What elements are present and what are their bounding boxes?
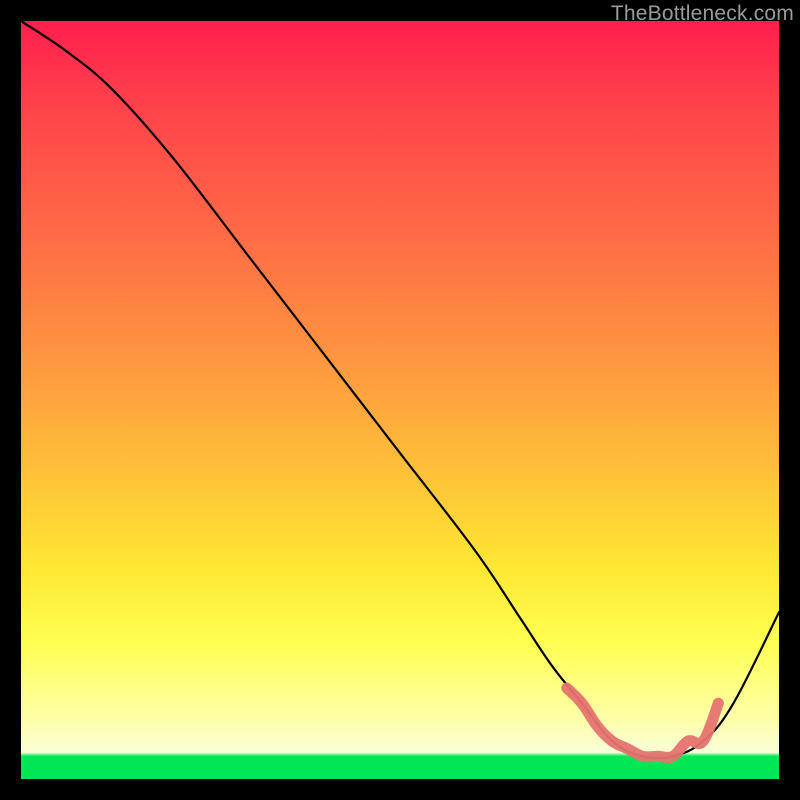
- optimal-band-path: [567, 688, 719, 758]
- bottleneck-curve-path: [21, 21, 779, 758]
- chart-stage: TheBottleneck.com: [0, 0, 800, 800]
- chart-svg: [21, 21, 779, 779]
- chart-plot-area: [21, 21, 779, 779]
